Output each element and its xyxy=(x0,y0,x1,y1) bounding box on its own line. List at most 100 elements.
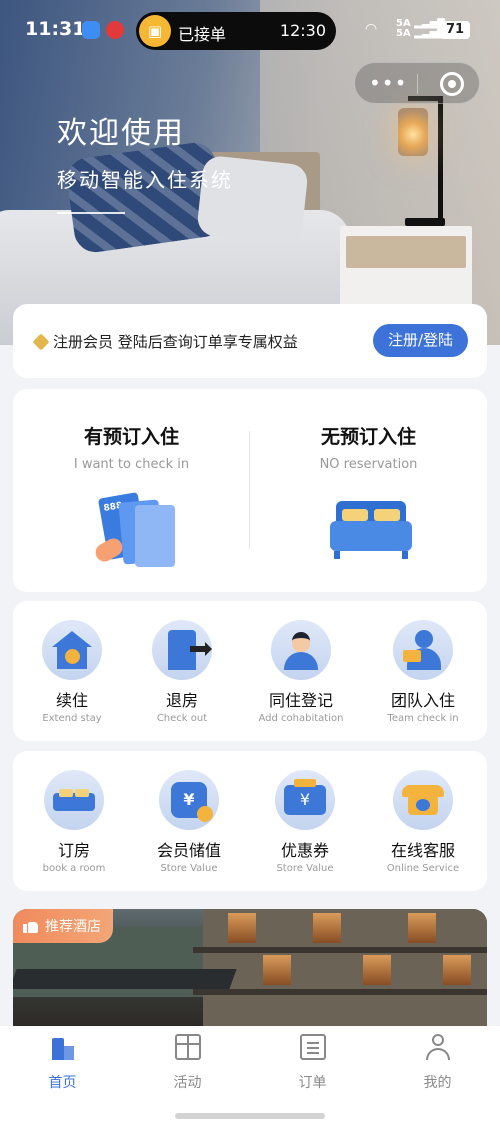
hotel-window xyxy=(443,955,471,985)
bed-body-shape xyxy=(330,521,412,551)
hero-drawer xyxy=(346,236,466,268)
service-online-support[interactable]: 在线客服 Online Service xyxy=(364,751,482,891)
service-label: 在线客服 xyxy=(390,841,455,860)
hero-subtitle: 移动智能入住系统 xyxy=(57,168,233,192)
register-login-button[interactable]: 注册/登陆 xyxy=(373,324,468,357)
user-icon xyxy=(425,1034,451,1060)
service-store-value[interactable]: ¥ 会员储值 Store Value xyxy=(130,751,248,891)
tab-label: 活动 xyxy=(173,1075,202,1091)
tab-activity[interactable]: 活动 xyxy=(125,1034,250,1094)
home-indicator[interactable] xyxy=(175,1113,325,1119)
hotel-window xyxy=(408,913,436,943)
home-building-icon xyxy=(50,1034,76,1060)
tab-orders[interactable]: 订单 xyxy=(250,1034,375,1094)
gift-icon xyxy=(175,1034,201,1060)
service-icon-bg xyxy=(42,620,102,680)
checkin-with-reservation[interactable]: 有预订入住 I want to check in 888 xyxy=(13,389,250,592)
island-status-text: 已接单 xyxy=(178,25,227,44)
miniprogram-capsule: ••• xyxy=(354,62,480,104)
capsule-divider xyxy=(417,74,418,94)
service-coupon[interactable]: ¥ 优惠券 Store Value xyxy=(246,751,364,891)
tab-label: 订单 xyxy=(298,1075,327,1091)
service-team-check-in[interactable]: 团队入住 Team check in xyxy=(364,601,482,741)
checkin-card: 有预订入住 I want to check in 888 无预订入住 NO re… xyxy=(13,389,487,592)
service-sublabel: Store Value xyxy=(276,863,334,874)
yuan-glyph: ¥ xyxy=(299,790,311,809)
service-sublabel: book a room xyxy=(42,863,106,874)
hotel-window xyxy=(313,913,341,943)
bed-icon xyxy=(53,785,95,815)
hero-lamp xyxy=(438,98,443,220)
hero-title: 欢迎使用 xyxy=(57,116,185,151)
service-icon-bg xyxy=(393,770,453,830)
service-book-room[interactable]: 订房 book a room xyxy=(15,751,133,891)
member-text: 注册会员 登陆后查询订单享专属权益 xyxy=(53,333,298,351)
service-sublabel: Add cohabitation xyxy=(258,713,344,724)
checkin-subtitle: I want to check in xyxy=(73,457,190,472)
chat-notification-icon xyxy=(82,21,100,39)
service-icon-bg xyxy=(152,620,212,680)
checkin-no-reservation[interactable]: 无预订入住 NO reservation xyxy=(250,389,487,592)
bed-leg-shape xyxy=(334,551,340,559)
hotel-floor-band xyxy=(193,947,487,953)
yuan-glyph: ¥ xyxy=(183,790,195,809)
service-label: 续住 xyxy=(55,691,88,710)
service-add-cohabitation[interactable]: 同住登记 Add cohabitation xyxy=(242,601,360,741)
service-icon-bg xyxy=(393,620,453,680)
bed-leg-shape xyxy=(402,551,408,559)
door-exit-icon xyxy=(168,630,212,670)
hero-lamp-light xyxy=(398,108,428,156)
diamond-icon xyxy=(32,333,50,351)
services-row-2: 订房 book a room ¥ 会员储值 Store Value ¥ 优惠券 … xyxy=(13,751,487,891)
service-icon-bg xyxy=(271,620,331,680)
service-label: 会员储值 xyxy=(156,841,221,860)
hotel-roof xyxy=(13,969,237,989)
team-icon xyxy=(403,630,443,670)
status-time: 11:31 xyxy=(25,18,86,40)
order-bag-icon: ▣ xyxy=(139,15,171,47)
service-extend-stay[interactable]: 续住 Extend stay xyxy=(13,601,131,741)
service-sublabel: Team check in xyxy=(387,713,459,724)
tab-label: 首页 xyxy=(48,1075,77,1091)
service-sublabel: Extend stay xyxy=(42,713,102,724)
close-miniprogram-icon[interactable] xyxy=(440,72,464,96)
service-label: 同住登记 xyxy=(268,691,333,710)
service-icon-bg: ¥ xyxy=(275,770,335,830)
bed-pillow-shape xyxy=(374,509,400,521)
services-row-1: 续住 Extend stay 退房 Check out 同住登记 Add coh… xyxy=(13,601,487,741)
room-card-shape xyxy=(135,505,175,567)
telephone-icon xyxy=(402,785,444,815)
service-sublabel: Store Value xyxy=(160,863,218,874)
recommended-hotel-image[interactable]: 推荐酒店 xyxy=(13,909,487,1039)
battery-indicator: 71 xyxy=(440,21,470,39)
hotel-window xyxy=(263,955,291,985)
hotel-window xyxy=(228,913,256,943)
service-label: 优惠券 xyxy=(280,841,329,860)
room-cards-icon: 888 xyxy=(92,489,183,569)
thumbs-up-icon xyxy=(23,919,39,933)
tab-home[interactable]: 首页 xyxy=(0,1034,125,1094)
more-menu-icon[interactable]: ••• xyxy=(369,69,406,97)
tab-mine[interactable]: 我的 xyxy=(375,1034,500,1094)
island-time: 12:30 xyxy=(279,21,326,40)
member-banner: 注册会员 登陆后查询订单享专属权益 注册/登陆 xyxy=(13,304,487,378)
hotel-window xyxy=(363,955,391,985)
document-icon xyxy=(300,1034,326,1060)
status-bar: 11:31 ▣ 已接单 12:30 ◠ 5A ▂▃▅▇ 5A ▂▃▅▇ 71 xyxy=(0,0,500,60)
service-check-out[interactable]: 退房 Check out xyxy=(123,601,241,741)
service-sublabel: Check out xyxy=(156,713,208,724)
card-coin-icon: ¥ xyxy=(171,782,213,822)
checkin-subtitle: NO reservation xyxy=(319,457,418,472)
hero-lamp xyxy=(405,218,445,226)
service-label: 团队入住 xyxy=(390,691,455,710)
checkin-title: 有预订入住 xyxy=(83,426,179,448)
service-label: 退房 xyxy=(165,691,198,710)
dynamic-island[interactable]: ▣ 已接单 12:30 xyxy=(136,12,336,50)
service-label: 订房 xyxy=(57,841,90,860)
hero-divider xyxy=(57,212,125,214)
service-icon-bg: ¥ xyxy=(159,770,219,830)
bank-notification-icon xyxy=(106,21,124,39)
coupon-icon: ¥ xyxy=(284,779,326,815)
signal-icon: 5A ▂▃▅▇ 5A ▂▃▅▇ xyxy=(396,18,445,39)
person-icon xyxy=(281,630,321,670)
